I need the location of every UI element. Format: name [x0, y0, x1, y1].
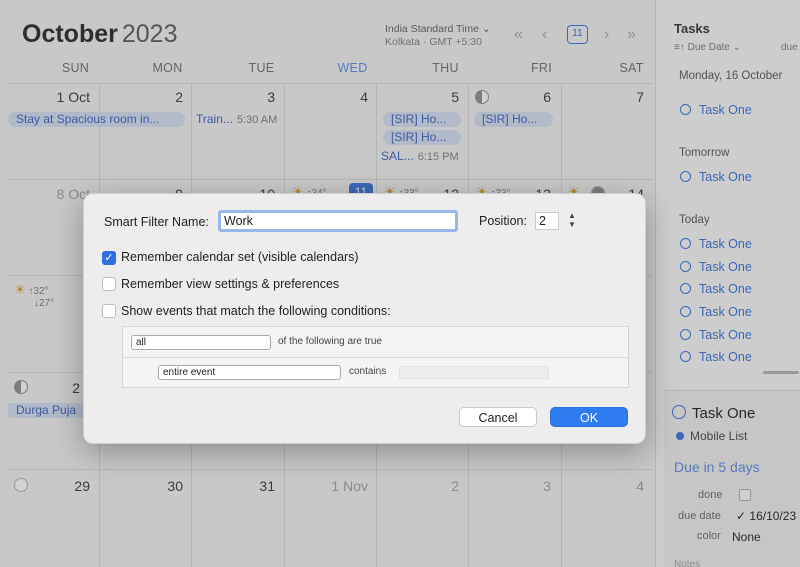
remember-view-checkbox[interactable] [102, 277, 116, 291]
remember-calendar-checkbox[interactable]: ✓ [102, 251, 116, 265]
conditions-box: all of the following are true entire eve… [122, 326, 629, 388]
position-label: Position: [479, 214, 527, 228]
filter-name-input[interactable] [218, 210, 458, 232]
match-all-text: of the following are true [278, 336, 382, 347]
condition-field-select[interactable]: entire event [158, 365, 341, 380]
condition-value-input[interactable] [399, 366, 549, 379]
match-conditions-checkbox[interactable] [102, 304, 116, 318]
match-conditions-label: Show events that match the following con… [121, 304, 391, 318]
remember-view-label: Remember view settings & preferences [121, 277, 340, 291]
position-stepper-icon[interactable]: ▲ ▼ [566, 211, 578, 231]
position-input[interactable] [535, 212, 559, 230]
cancel-button[interactable]: Cancel [459, 407, 537, 427]
filter-name-label: Smart Filter Name: [104, 215, 209, 229]
remember-calendar-label: Remember calendar set (visible calendars… [121, 250, 359, 264]
smart-filter-dialog: Smart Filter Name: Position: ▲▼ ✓ Rememb… [83, 193, 646, 444]
match-all-select[interactable]: all [131, 335, 271, 350]
condition-operator[interactable]: contains [349, 366, 386, 377]
ok-button[interactable]: OK [550, 407, 628, 427]
conditions-divider [123, 357, 628, 358]
